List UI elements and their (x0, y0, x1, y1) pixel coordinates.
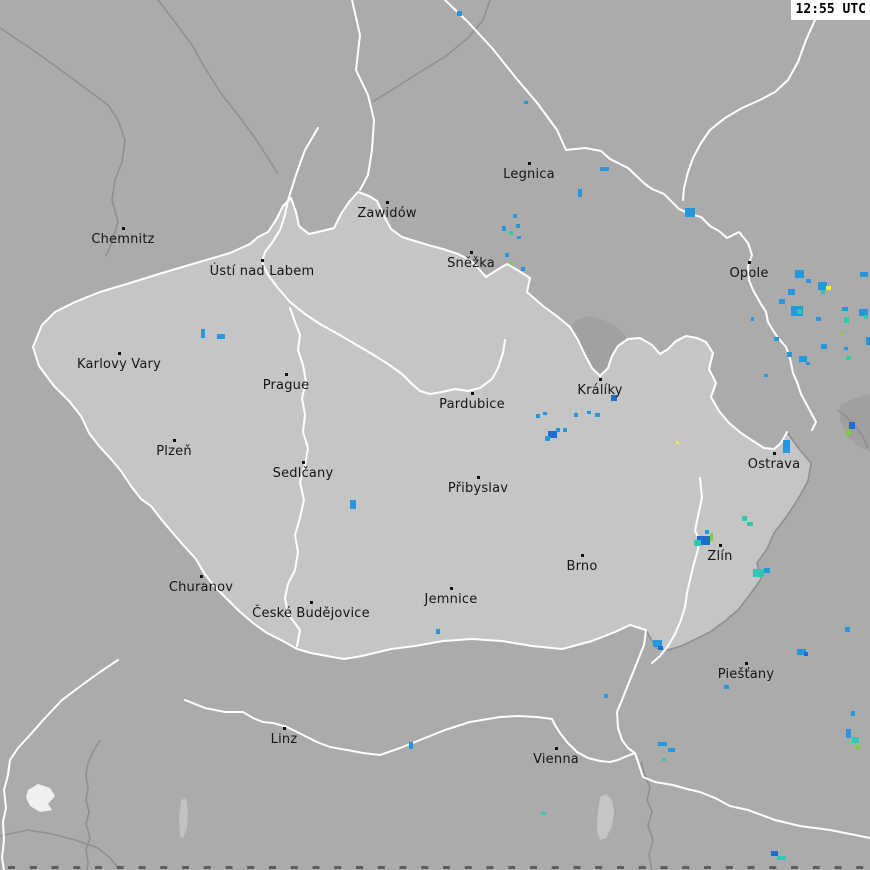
city-label: Sedlčany (272, 466, 334, 481)
city-marker (261, 259, 264, 262)
city-label: Chemnitz (91, 232, 155, 247)
city-marker (581, 554, 584, 557)
city-marker (528, 162, 531, 165)
city-label: Přibyslav (447, 481, 509, 496)
city-label: Linz (270, 732, 298, 747)
city-marker (773, 452, 776, 455)
city-label: Králíky (577, 383, 623, 398)
city-label: České Budějovice (252, 606, 370, 621)
city-label: Prague (262, 378, 310, 393)
city-label: Zlín (707, 549, 733, 564)
city-marker (122, 227, 125, 230)
radar-map-screen: Chemnitz Legnica Zawidów Ústí nad Labem Sněž… (0, 0, 870, 870)
city-marker (748, 261, 751, 264)
city-marker (285, 373, 288, 376)
city-label: Ústí nad Labem (209, 264, 315, 279)
city-marker (118, 352, 121, 355)
city-marker (471, 392, 474, 395)
city-label: Piešťany (717, 667, 775, 682)
city-marker (173, 439, 176, 442)
city-marker (450, 587, 453, 590)
city-label: Legnica (503, 167, 555, 182)
city-marker (745, 662, 748, 665)
city-label: Zawidów (357, 206, 417, 221)
city-marker (310, 601, 313, 604)
city-marker (200, 575, 203, 578)
city-label: Vienna (533, 752, 579, 767)
city-label: Karlovy Vary (77, 357, 161, 372)
city-marker (555, 747, 558, 750)
city-marker (283, 727, 286, 730)
city-label: Ostrava (747, 457, 801, 472)
city-label: Churanov (168, 580, 234, 595)
city-label: Sněžka (447, 256, 495, 271)
timestamp: 12:55 UTC (790, 0, 870, 20)
city-marker (719, 544, 722, 547)
city-label: Pardubice (439, 397, 505, 412)
city-label: Opole (729, 266, 769, 281)
city-label: Brno (566, 559, 598, 574)
city-label: Jemnice (424, 592, 478, 607)
city-marker (599, 378, 602, 381)
city-marker (386, 201, 389, 204)
city-marker (477, 476, 480, 479)
city-marker (470, 251, 473, 254)
city-layer: Chemnitz Legnica Zawidów Ústí nad Labem Sněž… (0, 0, 870, 870)
city-label: Plzeň (156, 444, 192, 459)
city-marker (302, 461, 305, 464)
